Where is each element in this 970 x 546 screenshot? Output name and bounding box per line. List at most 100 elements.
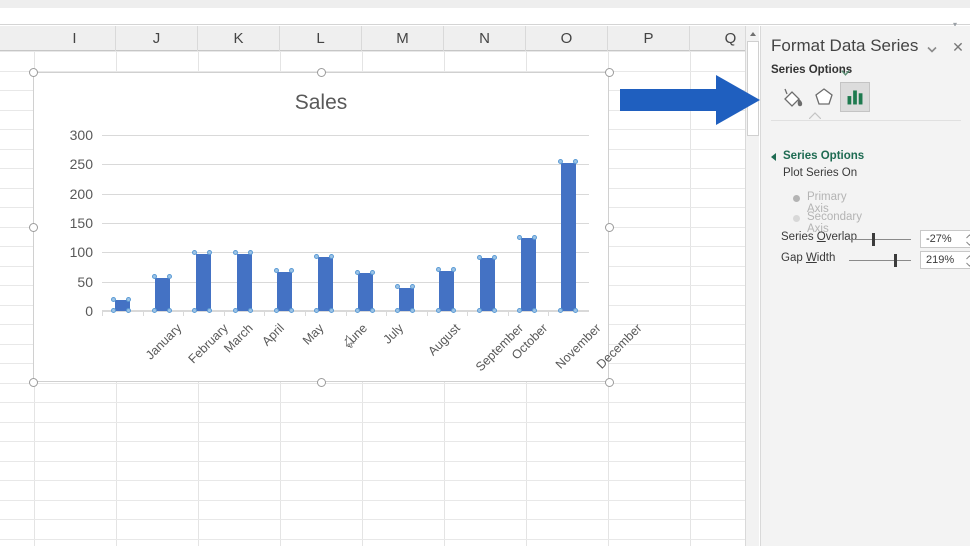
series-overlap-input[interactable]: -27% xyxy=(920,230,970,248)
spinner-arrows-icon[interactable] xyxy=(965,232,970,248)
data-point-handle[interactable] xyxy=(395,307,401,313)
series-overlap-slider-handle[interactable] xyxy=(871,233,875,246)
data-point-handle[interactable] xyxy=(288,307,294,313)
data-point-handle[interactable] xyxy=(476,307,482,313)
chart-resize-handle[interactable] xyxy=(29,378,38,387)
data-point-handle[interactable] xyxy=(314,307,320,313)
chart-resize-handle[interactable] xyxy=(605,68,614,77)
data-point-handle[interactable] xyxy=(329,253,335,259)
column-header-O[interactable]: O xyxy=(526,26,608,51)
blue-right-arrow-annotation xyxy=(620,75,760,125)
chevron-down-icon[interactable] xyxy=(925,42,939,56)
column-header-M[interactable]: M xyxy=(362,26,444,51)
x-axis-tick xyxy=(102,311,103,316)
column-header-J[interactable]: J xyxy=(116,26,198,51)
x-axis-tick-label: August xyxy=(425,321,464,359)
chart-resize-handle[interactable] xyxy=(29,68,38,77)
chart-bar[interactable] xyxy=(317,257,333,311)
data-point-handle[interactable] xyxy=(435,307,441,313)
column-header-I[interactable]: I xyxy=(34,26,116,51)
data-point-handle[interactable] xyxy=(354,307,360,313)
data-point-handle[interactable] xyxy=(166,307,172,313)
data-point-handle[interactable] xyxy=(233,307,239,313)
x-axis-tick-label: January xyxy=(143,321,185,363)
chart-plot-area[interactable]: 0 50 100 150 200 250 300 January February March Ap… xyxy=(70,127,645,374)
chart-bar[interactable] xyxy=(561,162,577,311)
chart-resize-handle[interactable] xyxy=(317,378,326,387)
data-point-handle[interactable] xyxy=(557,307,563,313)
data-point-handle[interactable] xyxy=(111,307,117,313)
data-point-handle[interactable] xyxy=(233,250,239,255)
scroll-up-arrow-icon[interactable] xyxy=(747,27,759,40)
chevron-down-icon[interactable] xyxy=(839,66,852,79)
formula-bar[interactable]: ▾ xyxy=(0,8,970,29)
data-point-handle[interactable] xyxy=(151,307,157,313)
data-point-handle[interactable] xyxy=(491,254,497,260)
spinner-arrows-icon[interactable] xyxy=(965,253,970,269)
data-point-handle[interactable] xyxy=(288,268,294,274)
x-axis-tick xyxy=(304,311,306,316)
data-point-handle[interactable] xyxy=(572,307,578,313)
data-point-handle[interactable] xyxy=(207,250,213,255)
chart-bar[interactable] xyxy=(358,273,374,311)
data-point-handle[interactable] xyxy=(126,307,132,313)
series-overlap-slider[interactable] xyxy=(849,239,911,240)
chart-resize-handle[interactable] xyxy=(605,378,614,387)
data-point-handle[interactable] xyxy=(248,307,254,313)
x-axis-tick-label: July xyxy=(380,321,406,347)
chart-resize-handle[interactable] xyxy=(317,68,326,77)
data-point-handle[interactable] xyxy=(450,267,456,273)
gap-width-label: Gap Width xyxy=(781,252,836,264)
data-point-handle[interactable] xyxy=(151,274,157,280)
column-header-L[interactable]: L xyxy=(280,26,362,51)
data-point-handle[interactable] xyxy=(491,307,497,313)
y-axis-tick-label: 0 xyxy=(85,303,93,319)
data-point-handle[interactable] xyxy=(314,253,320,259)
gap-width-slider[interactable] xyxy=(849,260,911,261)
column-header-P[interactable]: P xyxy=(608,26,690,51)
fill-line-tab[interactable] xyxy=(777,82,807,112)
effects-tab[interactable] xyxy=(809,82,839,112)
data-point-handle[interactable] xyxy=(517,307,523,313)
chart-bar[interactable] xyxy=(439,270,455,311)
collapse-triangle-icon[interactable] xyxy=(771,153,776,161)
data-point-handle[interactable] xyxy=(557,159,563,165)
data-point-handle[interactable] xyxy=(329,307,335,313)
data-point-handle[interactable] xyxy=(517,234,523,240)
data-point-handle[interactable] xyxy=(532,307,538,313)
data-point-handle[interactable] xyxy=(369,307,375,313)
data-point-handle[interactable] xyxy=(369,269,375,275)
data-point-handle[interactable] xyxy=(354,269,360,275)
grid-row-line xyxy=(0,51,752,52)
data-point-handle[interactable] xyxy=(476,254,482,260)
data-point-handle[interactable] xyxy=(410,307,416,313)
chart-object[interactable]: Sales 0 50 100 150 200 250 300 January February M… xyxy=(29,68,645,387)
data-point-handle[interactable] xyxy=(273,268,279,274)
chart-bar[interactable] xyxy=(195,253,211,311)
series-options-tab[interactable] xyxy=(840,82,870,112)
series-options-section-heading[interactable]: Series Options xyxy=(783,150,864,162)
chart-bar[interactable] xyxy=(155,277,171,311)
chart-bar[interactable] xyxy=(277,271,293,311)
chart-title[interactable]: Sales xyxy=(34,91,608,115)
data-point-handle[interactable] xyxy=(166,274,172,280)
x-axis-tick xyxy=(467,311,469,316)
data-point-handle[interactable] xyxy=(126,296,132,302)
data-point-handle[interactable] xyxy=(273,307,279,313)
chart-resize-handle[interactable] xyxy=(29,223,38,232)
chart-bar[interactable] xyxy=(236,253,252,311)
data-point-handle[interactable] xyxy=(450,307,456,313)
data-point-handle[interactable] xyxy=(248,250,254,255)
data-point-handle[interactable] xyxy=(572,159,578,165)
chart-resize-handle[interactable] xyxy=(605,223,614,232)
data-point-handle[interactable] xyxy=(435,267,441,273)
column-header-N[interactable]: N xyxy=(444,26,526,51)
chart-bar[interactable] xyxy=(520,238,536,311)
column-header-K[interactable]: K xyxy=(198,26,280,51)
data-point-handle[interactable] xyxy=(532,234,538,240)
chart-bar[interactable] xyxy=(480,258,496,311)
gap-width-slider-handle[interactable] xyxy=(894,254,898,267)
data-point-handle[interactable] xyxy=(410,284,416,290)
close-icon[interactable]: ✕ xyxy=(951,40,965,54)
gap-width-input[interactable]: 219% xyxy=(920,251,970,269)
